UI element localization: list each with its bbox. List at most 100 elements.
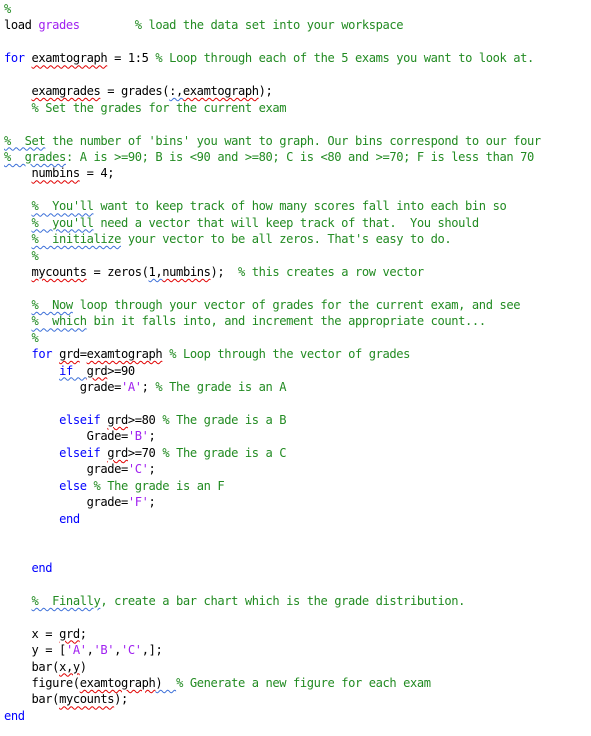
code-line[interactable]: elseif grd>=80 % The grade is a B <box>4 412 541 428</box>
code-line[interactable]: bar(x,y) <box>4 659 541 675</box>
code-line[interactable]: % <box>4 1 541 17</box>
code-comment: % this creates a row vector <box>238 265 424 279</box>
code-identifier: numbins <box>162 265 211 279</box>
code-comment: bin it falls into, and increment the app… <box>86 314 486 329</box>
code-token: ,]; <box>141 643 163 658</box>
code-line[interactable]: else % The grade is an F <box>4 478 541 494</box>
code-line[interactable] <box>4 34 541 50</box>
code-token: ; <box>141 380 156 395</box>
code-identifier <box>73 364 87 378</box>
code-line[interactable]: % grades: A is >=90; B is <90 and >=80; … <box>4 149 541 165</box>
code-string: 'B' <box>93 643 115 658</box>
code-identifier: examgrades <box>31 84 101 99</box>
code-token: >=70 <box>127 445 163 460</box>
code-line[interactable] <box>4 396 541 412</box>
code-line[interactable]: for examtograph = 1:5 % Loop through eac… <box>4 50 541 66</box>
code-line[interactable] <box>4 67 541 83</box>
code-line[interactable]: % you'll need a vector that will keep tr… <box>4 215 541 231</box>
code-line[interactable]: load grades % load the data set into you… <box>4 17 541 33</box>
code-line[interactable]: % You'll want to keep track of how many … <box>4 198 541 214</box>
code-line[interactable]: end <box>4 708 541 724</box>
code-line[interactable]: end <box>4 511 541 527</box>
code-comment: % Generate a new figure for each exam <box>176 675 431 690</box>
code-token: ; <box>148 462 156 477</box>
code-line[interactable] <box>4 609 541 625</box>
code-comment: the number of 'bins' you want to graph. … <box>45 133 541 148</box>
code-comment: % The grade is an A <box>155 380 287 395</box>
code-string: 'C' <box>121 643 142 658</box>
code-line[interactable] <box>4 527 541 543</box>
code-line[interactable]: % <box>4 330 541 346</box>
code-line[interactable] <box>4 576 541 592</box>
code-token: grade= <box>4 495 129 510</box>
code-line[interactable]: % which bin it falls into, and increment… <box>4 313 541 329</box>
code-token: ); <box>210 265 238 279</box>
code-comment: % <box>31 330 39 345</box>
code-comment: loop through your vector of grades for t… <box>72 297 521 312</box>
code-line[interactable]: grade='C'; <box>4 461 541 477</box>
code-comment: % Set the grades for the current exam <box>31 100 287 115</box>
code-line[interactable]: % <box>4 248 541 264</box>
code-line[interactable]: elseif grd>=70 % The grade is a C <box>4 445 541 461</box>
code-line[interactable] <box>4 280 541 296</box>
code-string: grades <box>38 18 80 33</box>
code-line[interactable] <box>4 182 541 198</box>
code-comment: % which <box>31 314 87 329</box>
code-line[interactable]: % initialize your vector to be all zeros… <box>4 231 541 247</box>
code-line[interactable]: % Set the grades for the current exam <box>4 100 541 116</box>
code-comment: % The grade is a C <box>162 445 287 460</box>
code-line[interactable] <box>4 543 541 559</box>
code-line[interactable]: bar(mycounts); <box>4 691 541 707</box>
code-line[interactable]: numbins = 4; <box>4 165 541 181</box>
code-line[interactable]: grade='A'; % The grade is an A <box>4 379 541 395</box>
code-line[interactable]: x = grd; <box>4 626 541 642</box>
code-keyword: end <box>31 560 53 575</box>
code-token: bar( <box>4 692 60 707</box>
code-comment: % You'll <box>31 199 94 214</box>
code-keyword: end <box>59 511 80 526</box>
code-token: = <box>79 347 87 362</box>
code-token: = 4; <box>79 166 115 181</box>
code-identifier: grd <box>86 363 108 378</box>
code-identifier: examtograph <box>79 675 156 690</box>
code-comment: your vector to be all zeros. That's easy… <box>121 232 452 247</box>
code-comment: % initialize <box>31 232 122 247</box>
code-identifier: ) <box>155 675 177 690</box>
code-token: ; <box>148 495 156 510</box>
code-identifier: mycounts <box>59 692 115 707</box>
code-token: grade= <box>4 380 122 395</box>
code-comment: % load the data set into your workspace <box>134 18 404 33</box>
code-token: ); <box>114 692 128 707</box>
code-line[interactable]: y = ['A','B','C',]; <box>4 642 541 658</box>
code-line[interactable]: end <box>4 560 541 576</box>
code-line[interactable]: % Finally, create a bar chart which is t… <box>4 593 541 609</box>
code-line[interactable]: grade='F'; <box>4 494 541 510</box>
code-identifier: x,y <box>59 659 80 674</box>
code-line[interactable]: % Now loop through your vector of grades… <box>4 297 541 313</box>
code-editor[interactable]: % load grades % load the data set into yo… <box>4 1 541 724</box>
code-line[interactable]: for grd=examtograph % Loop through the v… <box>4 346 541 362</box>
code-line[interactable] <box>4 116 541 132</box>
code-line[interactable]: % Set the number of 'bins' you want to g… <box>4 133 541 149</box>
code-line[interactable]: figure(examtograph) % Generate a new fig… <box>4 675 541 691</box>
code-identifier: examtograph <box>86 347 163 362</box>
code-identifier: mycounts <box>31 265 87 279</box>
code-line[interactable]: mycounts = zeros(1,numbins); % this crea… <box>4 264 541 280</box>
code-line[interactable]: examgrades = grades(:,examtograph); <box>4 83 541 99</box>
code-identifier: grd <box>107 412 128 427</box>
code-comment: % Loop through the vector of grades <box>169 347 411 362</box>
code-line[interactable]: if grd>=90 <box>4 363 541 379</box>
code-keyword: if <box>59 363 73 378</box>
code-token: load <box>4 18 39 33</box>
code-line[interactable]: Grade='B'; <box>4 428 541 444</box>
